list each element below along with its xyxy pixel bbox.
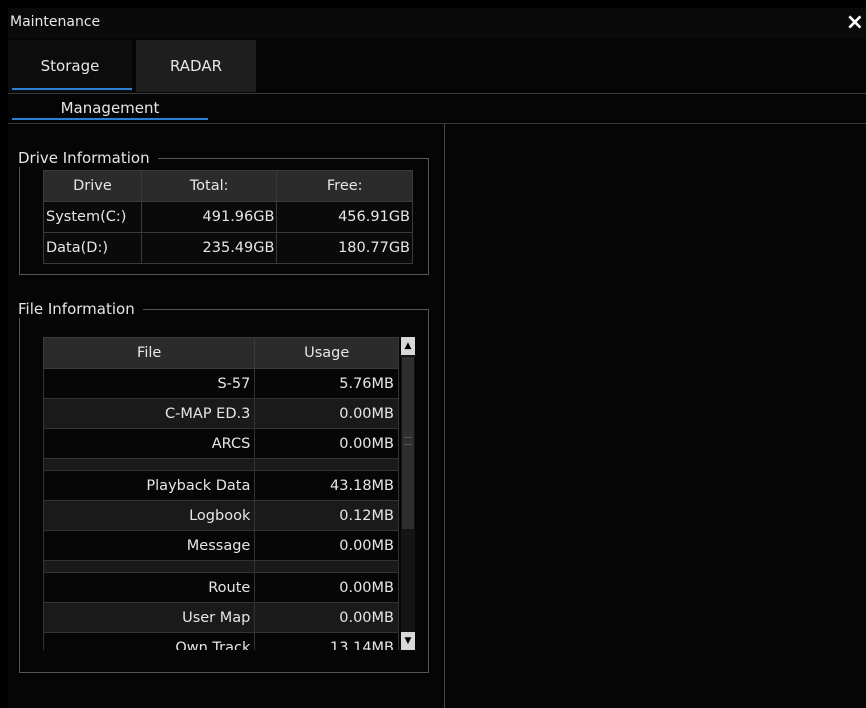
close-icon[interactable]: × bbox=[846, 10, 864, 36]
cell-free: 180.77GB bbox=[276, 232, 413, 264]
tab-radar[interactable]: RADAR bbox=[136, 40, 256, 92]
cell-drive: Data(D:) bbox=[43, 232, 142, 264]
cell-usage: 0.12MB bbox=[254, 500, 399, 531]
tab-storage[interactable]: Storage bbox=[8, 40, 132, 92]
column-header-free: Free: bbox=[276, 170, 413, 202]
cell-usage: 0.00MB bbox=[254, 602, 399, 633]
column-header-drive: Drive bbox=[43, 170, 142, 202]
cell-file bbox=[43, 458, 256, 471]
cell-total: 491.96GB bbox=[140, 201, 278, 233]
table-row[interactable]: Own Track 13.14MB bbox=[43, 632, 399, 650]
column-header-usage[interactable]: Usage bbox=[254, 337, 399, 369]
file-information-group: File Information File Usage S-57 5.76MB … bbox=[18, 300, 429, 673]
scrollbar-grip-icon bbox=[404, 437, 412, 445]
cell-total: 235.49GB bbox=[140, 232, 278, 264]
tab-management[interactable]: Management bbox=[12, 94, 208, 122]
table-row[interactable]: C-MAP ED.3 0.00MB bbox=[43, 398, 399, 429]
divider bbox=[8, 123, 866, 124]
table-row: Data(D:) 235.49GB 180.77GB bbox=[43, 232, 413, 264]
cell-file: Logbook bbox=[43, 500, 256, 531]
title-bar: Maintenance × bbox=[8, 8, 866, 38]
table-row: System(C:) 491.96GB 456.91GB bbox=[43, 201, 413, 233]
file-list[interactable]: File Usage S-57 5.76MB C-MAP ED.3 0.00MB… bbox=[43, 337, 415, 650]
cell-file: Message bbox=[43, 530, 256, 561]
main-tabs: Storage RADAR bbox=[8, 40, 866, 92]
file-information-legend: File Information bbox=[18, 300, 143, 318]
cell-file: S-57 bbox=[43, 368, 256, 399]
tab-storage-label: Storage bbox=[40, 57, 100, 75]
cell-free: 456.91GB bbox=[276, 201, 413, 233]
window-title: Maintenance bbox=[10, 14, 101, 30]
tab-active-indicator bbox=[12, 88, 132, 90]
cell-usage: 13.14MB bbox=[254, 632, 399, 650]
table-row[interactable]: Logbook 0.12MB bbox=[43, 500, 399, 531]
drive-table: Drive Total: Free: System(C:) 491.96GB 4… bbox=[43, 170, 413, 264]
cell-usage: 0.00MB bbox=[254, 398, 399, 429]
panel-divider bbox=[444, 124, 445, 708]
table-header-row: File Usage bbox=[43, 337, 399, 369]
file-table: File Usage S-57 5.76MB C-MAP ED.3 0.00MB… bbox=[43, 337, 399, 650]
table-row bbox=[43, 560, 399, 573]
scroll-up-icon[interactable]: ▲ bbox=[401, 337, 415, 355]
tab-management-label: Management bbox=[60, 99, 160, 117]
drive-information-legend: Drive Information bbox=[18, 149, 158, 167]
cell-file: Own Track bbox=[43, 632, 256, 650]
column-header-total: Total: bbox=[140, 170, 278, 202]
file-list-scrollbar[interactable]: ▲ ▼ bbox=[401, 337, 415, 650]
scroll-down-icon[interactable]: ▼ bbox=[401, 632, 415, 650]
cell-drive: System(C:) bbox=[43, 201, 142, 233]
cell-usage: 5.76MB bbox=[254, 368, 399, 399]
drive-information-group: Drive Information Drive Total: Free: Sys… bbox=[18, 149, 429, 275]
table-row[interactable]: User Map 0.00MB bbox=[43, 602, 399, 633]
maintenance-window: Maintenance × Storage RADAR Management D… bbox=[8, 8, 866, 708]
scrollbar-thumb[interactable] bbox=[402, 357, 414, 529]
sub-tabs: Management bbox=[8, 94, 866, 122]
table-row[interactable]: S-57 5.76MB bbox=[43, 368, 399, 399]
table-row[interactable]: ARCS 0.00MB bbox=[43, 428, 399, 459]
cell-usage: 0.00MB bbox=[254, 530, 399, 561]
cell-file: C-MAP ED.3 bbox=[43, 398, 256, 429]
cell-usage: 0.00MB bbox=[254, 572, 399, 603]
table-header-row: Drive Total: Free: bbox=[43, 170, 413, 202]
cell-usage: 43.18MB bbox=[254, 470, 399, 501]
table-row[interactable]: Message 0.00MB bbox=[43, 530, 399, 561]
table-row bbox=[43, 458, 399, 471]
cell-usage: 0.00MB bbox=[254, 428, 399, 459]
subtab-active-indicator bbox=[12, 118, 208, 120]
table-row[interactable]: Playback Data 43.18MB bbox=[43, 470, 399, 501]
cell-usage bbox=[254, 458, 399, 471]
column-header-file[interactable]: File bbox=[43, 337, 256, 369]
cell-file: ARCS bbox=[43, 428, 256, 459]
cell-file: Playback Data bbox=[43, 470, 256, 501]
tab-radar-label: RADAR bbox=[169, 57, 223, 75]
cell-usage bbox=[254, 560, 399, 573]
table-row[interactable]: Route 0.00MB bbox=[43, 572, 399, 603]
cell-file: User Map bbox=[43, 602, 256, 633]
cell-file bbox=[43, 560, 256, 573]
cell-file: Route bbox=[43, 572, 256, 603]
